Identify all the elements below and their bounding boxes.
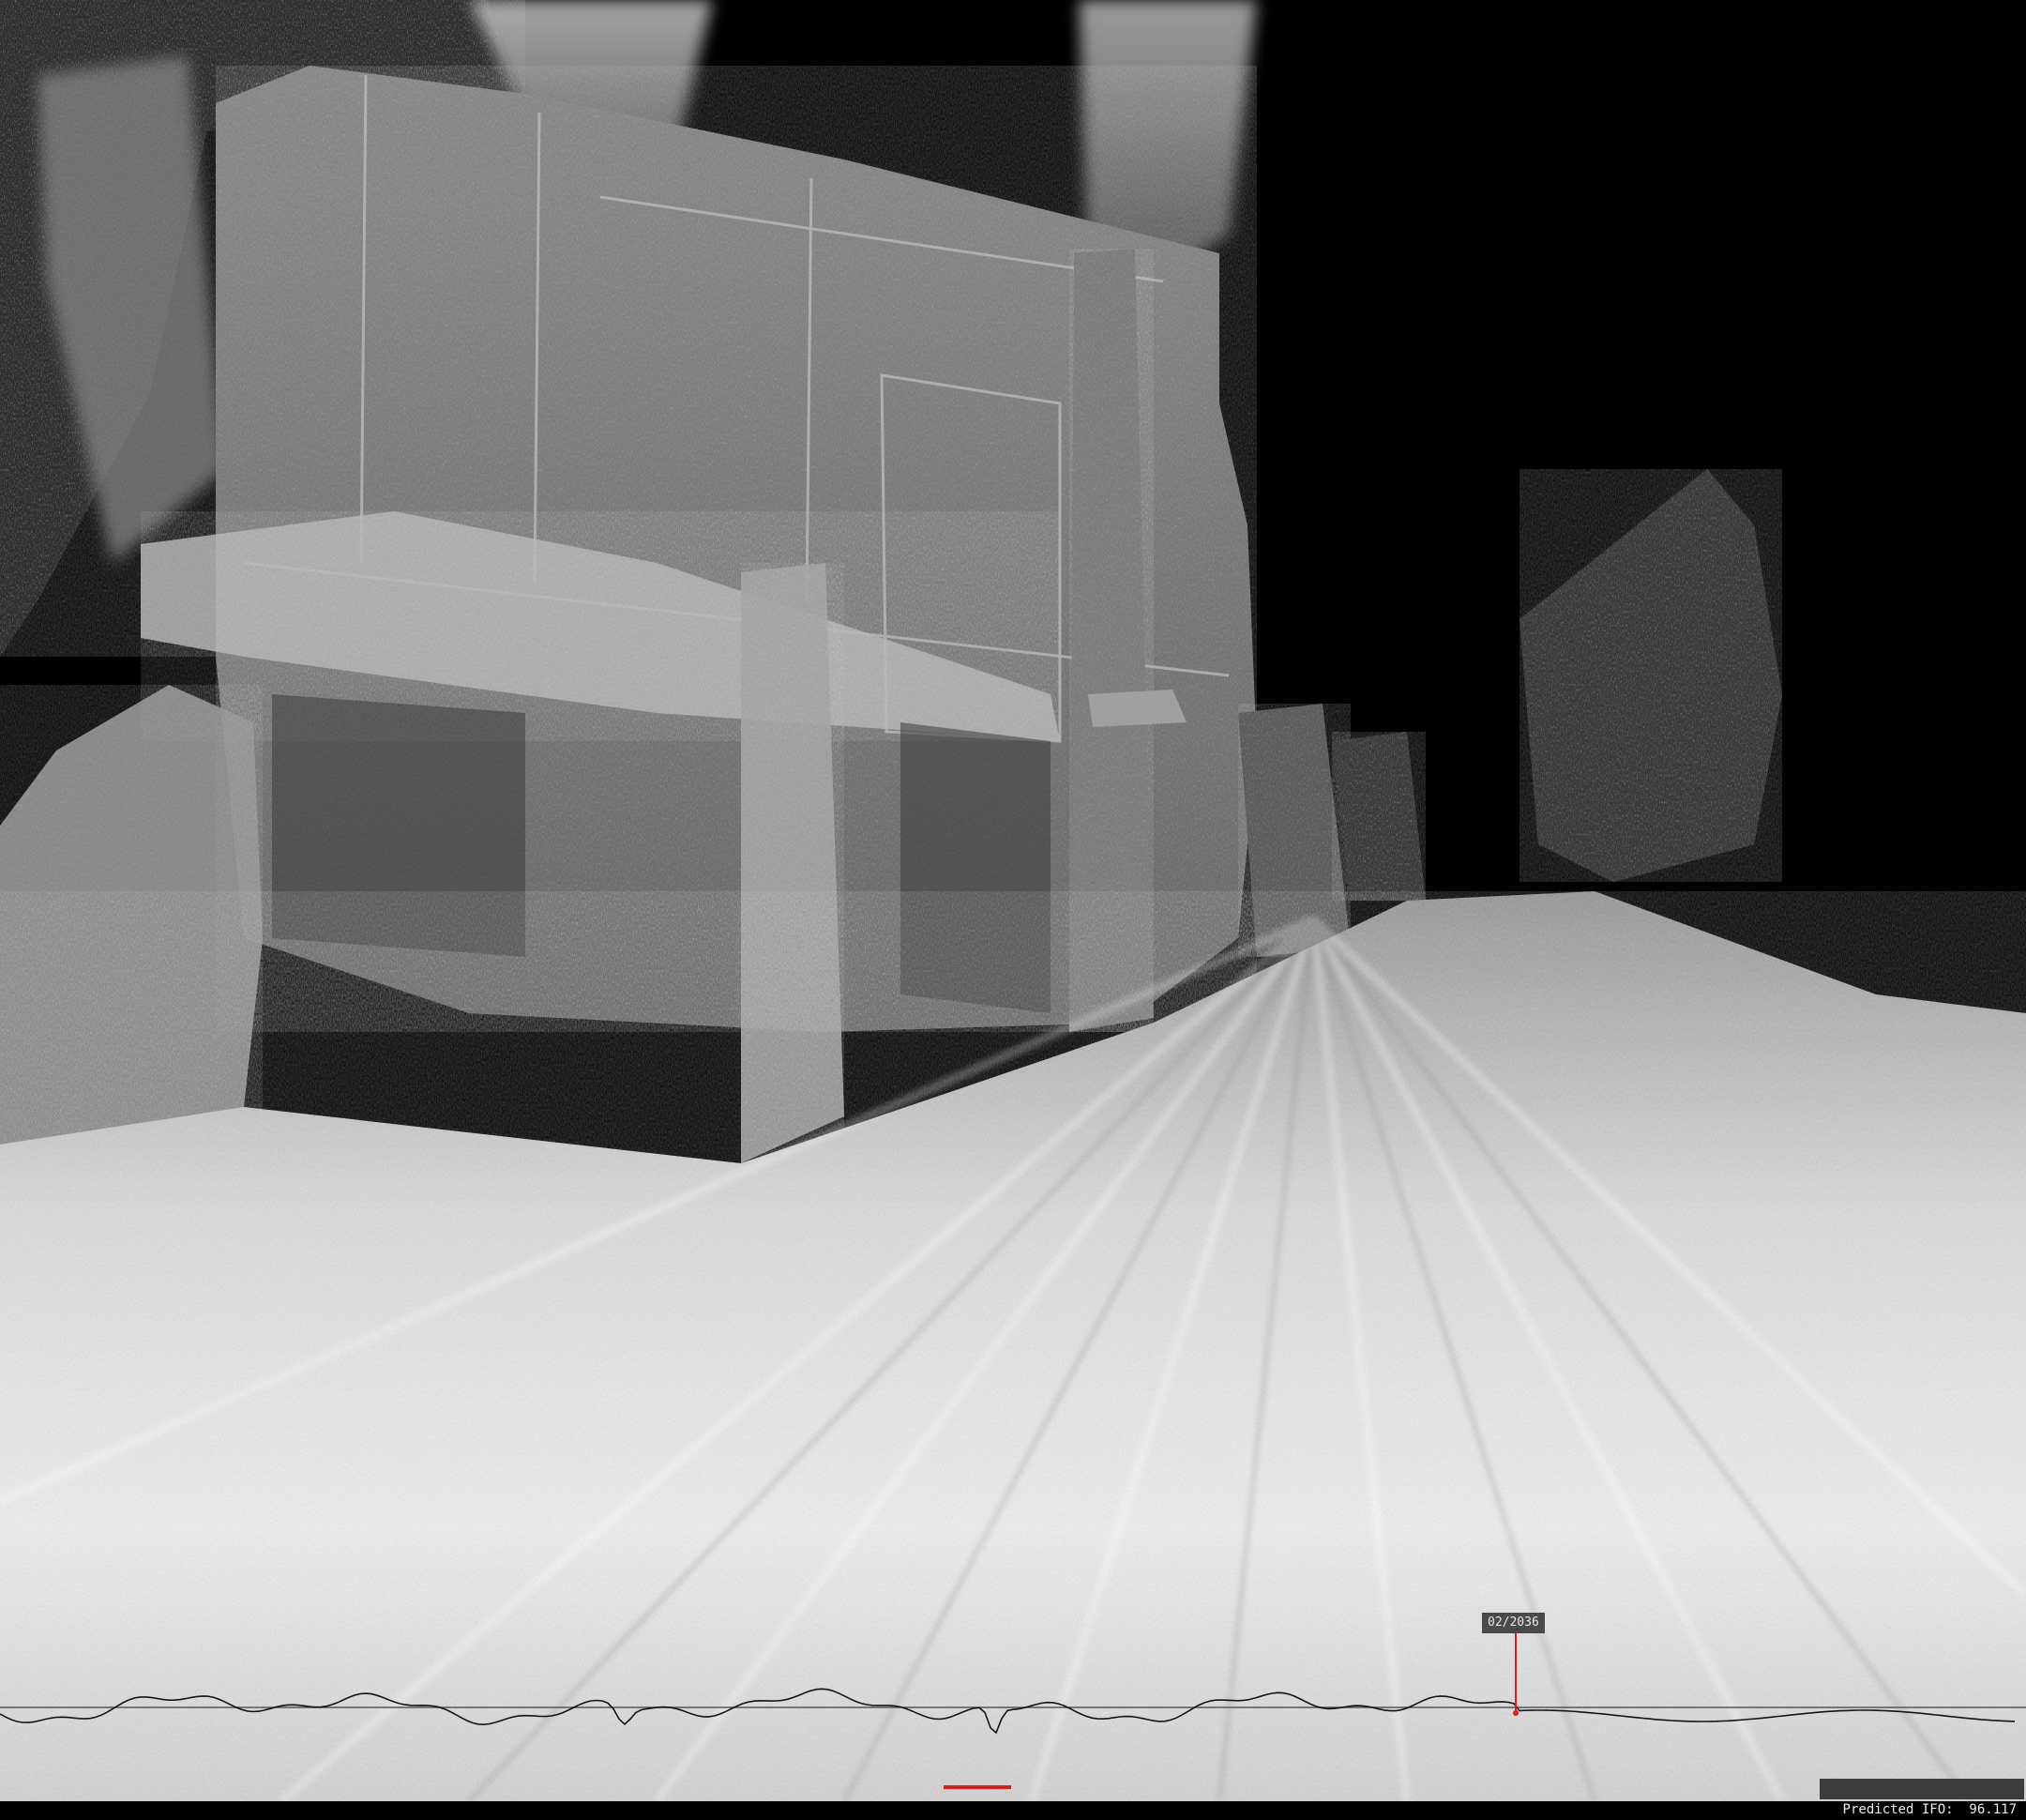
- current-frame-label: 02/2036: [1482, 1613, 1545, 1633]
- predicted-ifo-label: Predicted IFO:: [1842, 1802, 1954, 1817]
- predicted-ifo-value: 96.117: [1969, 1802, 2017, 1817]
- point-cloud-viewport[interactable]: [0, 0, 2026, 1801]
- timeline-scrub-marker[interactable]: [944, 1785, 1011, 1789]
- predicted-ifo-readout: Predicted IFO: 96.117: [1819, 1779, 2024, 1817]
